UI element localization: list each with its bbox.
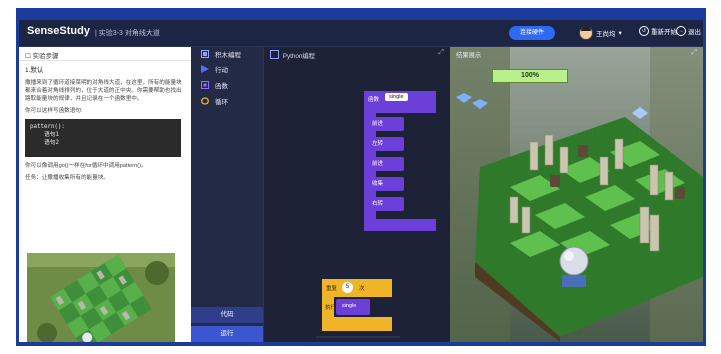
restart-icon: ↺: [639, 26, 649, 36]
loop-count-input[interactable]: 5: [342, 282, 353, 293]
level-preview-image: [27, 253, 175, 342]
connect-hardware-button[interactable]: 连接硬件: [509, 26, 555, 40]
user-name: 王尚均: [596, 31, 616, 38]
run-button[interactable]: 运行: [191, 326, 263, 342]
category-loop[interactable]: 循环: [191, 93, 263, 109]
scene-header: 结果展示 ⤢: [450, 47, 703, 61]
category-label: 函数: [215, 83, 228, 90]
result-label: 结果展示: [456, 52, 482, 59]
loop-exec-label: 执行: [325, 305, 337, 311]
block-category-panel: 积木编程 行动 函数 循环 代码 运行: [191, 47, 263, 342]
category-label: 循环: [215, 99, 228, 106]
statement-block[interactable]: 左转: [368, 137, 404, 151]
avatar: [579, 26, 593, 40]
app-logo: SenseStudy: [27, 25, 90, 37]
instructions-body: 1.默认 撒播来到了循环道接菜明的对角线大道，在这里，所有的能量块都来合着对角线…: [19, 61, 191, 190]
statement-block[interactable]: 前进: [368, 117, 404, 131]
clipboard-icon: ☐: [25, 53, 31, 60]
loop-keyword: 重复: [326, 286, 338, 292]
statement-block[interactable]: 右转: [368, 197, 404, 211]
instruction-paragraph: 你可以这样写函数语句:: [25, 108, 83, 114]
statement-block[interactable]: 前进: [368, 157, 404, 171]
loop-icon: [201, 97, 209, 105]
app-window: SenseStudy | 实验3-3 对角线大道 连接硬件 王尚均 ▾ ↺ 重新…: [19, 20, 703, 342]
code-example: pattern(): 语句1 语句2: [25, 119, 181, 157]
instructions-title: 实验步骤: [32, 53, 59, 60]
3d-scene-graphic: [450, 47, 703, 342]
code-button[interactable]: 代码: [191, 307, 263, 323]
chevron-down-icon: ▾: [618, 30, 622, 37]
block-coding-tab[interactable]: 积木编程: [191, 47, 263, 61]
code-line: 语句1: [30, 132, 60, 138]
screenshot-frame: SenseStudy | 实验3-3 对角线大道 连接硬件 王尚均 ▾ ↺ 重新…: [16, 8, 706, 346]
code-line: pattern():: [30, 124, 65, 130]
instructions-header: ☐ 实验步骤: [19, 47, 191, 61]
instruction-paragraph: 撒播来到了循环道接菜明的对角线大道，在这里，所有的能量块都来合着对角线排列的，位…: [25, 80, 182, 102]
function-name-input[interactable]: single: [385, 93, 408, 101]
loop-suffix: 次: [359, 286, 365, 292]
user-menu[interactable]: 王尚均 ▾: [579, 25, 622, 41]
task-paragraph: 任务：让撒播收集所有的能量块。: [25, 175, 109, 181]
section-title: 1.默认: [25, 67, 44, 74]
progress-indicator: 100%: [492, 69, 568, 83]
instruction-paragraph: 你可以像调用go()一样在for循环中调用pattern()。: [25, 163, 147, 169]
statement-block[interactable]: 收集: [368, 177, 404, 191]
breadcrumb: | 实验3-3 对角线大道: [95, 30, 160, 37]
instructions-panel: ☐ 实验步骤 1.默认 撒播来到了循环道接菜明的对角线大道，在这里，所有的能量块…: [19, 47, 191, 342]
blocks-svg: [316, 91, 436, 338]
exit-icon: →: [676, 26, 686, 36]
exit-button[interactable]: → 退出: [676, 26, 701, 36]
result-scene[interactable]: 结果展示 ⤢ 100%: [450, 47, 703, 342]
category-action[interactable]: 行动: [191, 61, 263, 77]
expand-icon[interactable]: ⤢: [691, 49, 697, 57]
restart-label: 重新开始: [651, 29, 677, 36]
function-keyword: 函数: [368, 97, 380, 103]
code-canvas[interactable]: Python编程 ⤢ 函数 single 前进 左转 前进 收集 右转 重复 5: [263, 47, 468, 342]
category-label: 行动: [215, 67, 228, 74]
category-function[interactable]: 函数: [191, 77, 263, 93]
function-call-label: single: [342, 303, 357, 309]
top-bar: SenseStudy | 实验3-3 对角线大道 连接硬件 王尚均 ▾ ↺ 重新…: [19, 20, 703, 47]
restart-button[interactable]: ↺ 重新开始: [639, 26, 677, 36]
play-icon: [201, 65, 209, 73]
code-line: 语句2: [30, 140, 60, 146]
exit-label: 退出: [688, 29, 701, 36]
blocks-icon: [201, 50, 209, 58]
function-icon: [201, 81, 209, 89]
block-coding-label: 积木编程: [215, 52, 241, 59]
